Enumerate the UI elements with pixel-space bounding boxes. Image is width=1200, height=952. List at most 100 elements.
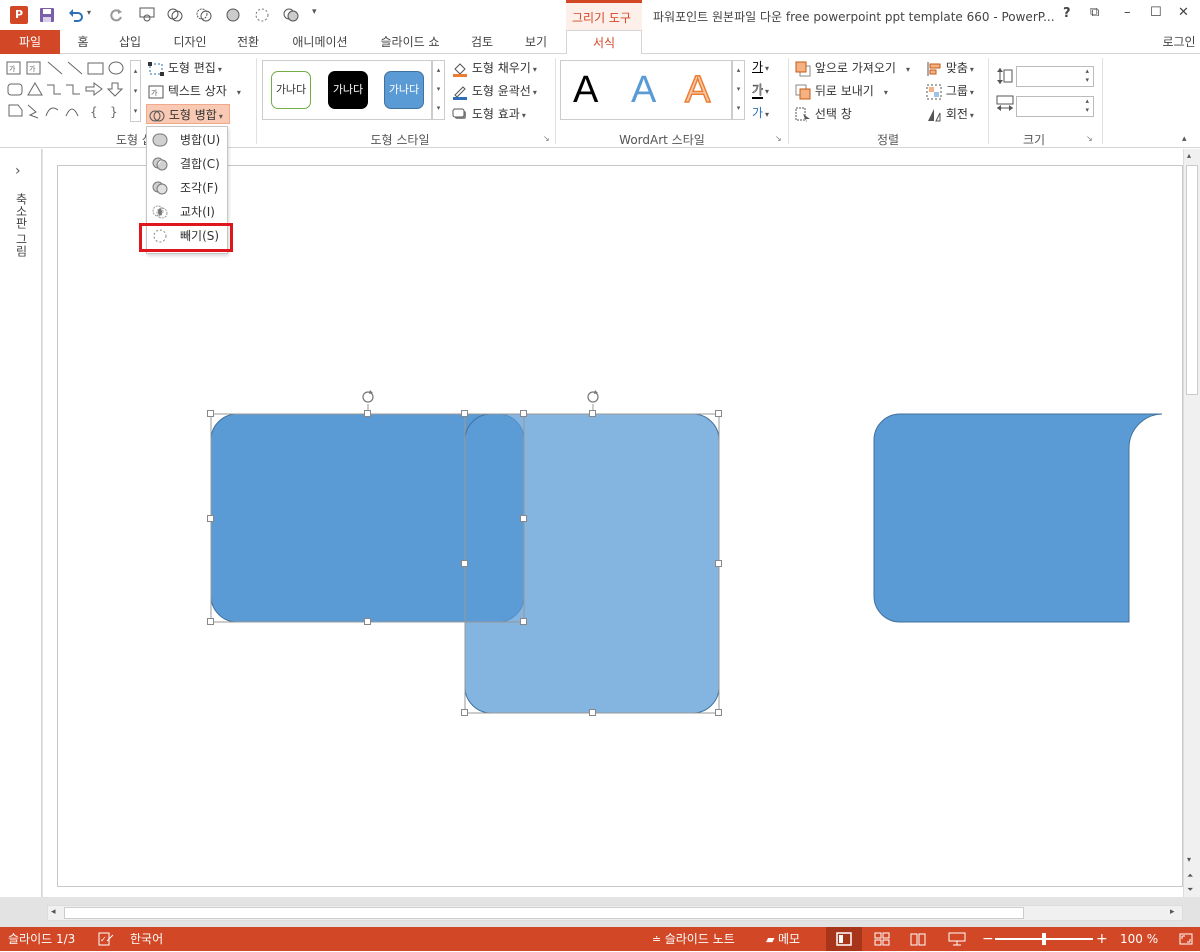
- shape-style-outline[interactable]: 가나다: [271, 71, 311, 109]
- vertical-scroll-thumb[interactable]: [1186, 165, 1198, 395]
- size-dialog-launcher-icon[interactable]: ↘: [1086, 134, 1093, 143]
- powerpoint-app-icon[interactable]: P: [10, 6, 28, 24]
- resize-handle[interactable]: [207, 410, 214, 417]
- slide-sorter-icon[interactable]: [874, 932, 890, 946]
- shape-style-blue[interactable]: 가나다: [384, 71, 424, 109]
- text-box-button[interactable]: 가 텍스트 상자 ▾: [148, 81, 241, 101]
- resize-handle[interactable]: [520, 618, 527, 625]
- resize-handle[interactable]: [715, 709, 722, 716]
- shape-styles-dialog-launcher-icon[interactable]: ↘: [543, 134, 550, 143]
- wordart-dialog-launcher-icon[interactable]: ↘: [775, 134, 782, 143]
- rounded-rectangle-2[interactable]: [464, 413, 720, 714]
- rotate-handle-icon[interactable]: [587, 390, 599, 403]
- maximize-button[interactable]: ☐: [1150, 5, 1162, 20]
- resize-handle[interactable]: [461, 410, 468, 417]
- vertical-scrollbar[interactable]: ▴ ▾ ⏶ ⏷: [1183, 149, 1200, 897]
- merge-fragment-quick-icon[interactable]: [195, 6, 213, 24]
- menu-item-intersect[interactable]: 교차(I): [147, 200, 229, 224]
- tab-review[interactable]: 검토: [462, 30, 502, 54]
- slide-indicator[interactable]: 슬라이드 1/3: [8, 927, 75, 951]
- bring-forward-button[interactable]: 앞으로 가져오기 ▾: [795, 58, 910, 78]
- resize-handle[interactable]: [364, 410, 371, 417]
- ribbon-display-options-button[interactable]: ⧉: [1090, 5, 1099, 20]
- scroll-up-icon[interactable]: ▴: [1187, 151, 1191, 160]
- slide-canvas[interactable]: [57, 165, 1183, 887]
- wordart-style-black[interactable]: A: [573, 69, 598, 112]
- login-link[interactable]: 로그인: [1158, 30, 1200, 54]
- wordart-scroll[interactable]: ▴ ▾ ▾: [732, 60, 745, 120]
- fit-slide-icon[interactable]: [1178, 932, 1194, 946]
- zoom-out-button[interactable]: −: [982, 927, 994, 951]
- menu-item-combine[interactable]: 결합(C): [147, 152, 229, 176]
- shape-style-black[interactable]: 가나다: [328, 71, 368, 109]
- customize-quick-access-icon[interactable]: ▾: [312, 7, 317, 17]
- comments-button[interactable]: ▰ 메모: [766, 927, 800, 951]
- minimize-button[interactable]: –: [1124, 5, 1131, 20]
- tab-home[interactable]: 홈: [66, 30, 100, 54]
- merge-shapes-button[interactable]: 도형 병합 ▾: [146, 104, 230, 124]
- language-indicator[interactable]: 한국어: [130, 927, 163, 951]
- text-effects-button[interactable]: 가 ▾: [752, 104, 782, 124]
- resize-handle[interactable]: [207, 515, 214, 522]
- edit-shape-button[interactable]: 도형 편집 ▾: [148, 58, 222, 78]
- horizontal-scrollbar[interactable]: ◂ ▸: [47, 905, 1183, 921]
- wordart-style-blue[interactable]: A: [631, 69, 656, 112]
- spin-arrows-icon[interactable]: ▴ ▾: [1085, 67, 1089, 85]
- resize-handle[interactable]: [207, 618, 214, 625]
- repeat-icon[interactable]: [108, 7, 124, 23]
- tab-format[interactable]: 서식: [566, 30, 642, 55]
- group-button[interactable]: 그룹 ▾: [926, 81, 974, 101]
- scroll-down-icon[interactable]: ▾: [1187, 855, 1191, 864]
- resize-handle[interactable]: [461, 709, 468, 716]
- spelling-check-icon[interactable]: ✓: [98, 932, 114, 946]
- undo-dropdown-icon[interactable]: ▾: [87, 8, 91, 17]
- shape-width-input[interactable]: ▴ ▾: [1016, 96, 1094, 117]
- tab-animations[interactable]: 애니메이션: [280, 30, 360, 54]
- tab-view[interactable]: 보기: [516, 30, 556, 54]
- merge-intersect-quick-icon[interactable]: [253, 6, 271, 24]
- merge-subtract-quick-icon[interactable]: [282, 6, 300, 24]
- merge-combine-quick-icon[interactable]: [224, 6, 242, 24]
- shapes-gallery[interactable]: 가 가 { }: [6, 60, 130, 122]
- undo-icon[interactable]: [68, 7, 84, 23]
- reading-view-icon[interactable]: [910, 932, 926, 946]
- save-icon[interactable]: [39, 7, 55, 23]
- wordart-style-orange-outline[interactable]: A: [684, 68, 711, 112]
- selection-pane-button[interactable]: 선택 창: [795, 104, 852, 124]
- spin-arrows-icon[interactable]: ▴ ▾: [1085, 97, 1089, 115]
- resize-handle[interactable]: [520, 515, 527, 522]
- shape-height-input[interactable]: ▴ ▾: [1016, 66, 1094, 87]
- help-button[interactable]: ?: [1063, 6, 1071, 21]
- tab-design[interactable]: 디자인: [162, 30, 218, 54]
- scroll-right-icon[interactable]: ▸: [1170, 907, 1175, 917]
- text-fill-button[interactable]: 가 ▾: [752, 58, 782, 78]
- shapes-gallery-scroll[interactable]: ▴ ▾ ▾: [130, 60, 141, 122]
- tab-slideshow[interactable]: 슬라이드 쇼: [370, 30, 450, 54]
- close-button[interactable]: ✕: [1178, 5, 1189, 20]
- rotate-button[interactable]: 회전 ▾: [926, 104, 974, 124]
- tab-file[interactable]: 파일: [0, 30, 60, 54]
- menu-item-fragment[interactable]: 조각(F): [147, 176, 229, 200]
- zoom-in-button[interactable]: +: [1096, 927, 1108, 951]
- align-button[interactable]: 맞춤 ▾: [926, 58, 974, 78]
- zoom-slider[interactable]: [995, 933, 1093, 945]
- scroll-left-icon[interactable]: ◂: [51, 907, 56, 917]
- resize-handle[interactable]: [589, 410, 596, 417]
- expand-thumbnails-icon[interactable]: ›: [15, 163, 21, 179]
- shape-outline-button[interactable]: 도형 윤곽선 ▾: [452, 81, 537, 101]
- normal-view-button[interactable]: [826, 927, 862, 951]
- rotate-handle-icon[interactable]: [362, 390, 374, 403]
- presentation-icon[interactable]: [138, 7, 156, 23]
- next-slide-icon[interactable]: ⏷: [1187, 885, 1193, 895]
- shape-fill-button[interactable]: 도형 채우기 ▾: [452, 58, 537, 78]
- collapse-ribbon-icon[interactable]: ▴: [1182, 134, 1187, 144]
- menu-item-union[interactable]: 병합(U): [147, 128, 229, 152]
- resize-handle[interactable]: [715, 560, 722, 567]
- previous-slide-icon[interactable]: ⏶: [1187, 871, 1193, 881]
- shape-effects-button[interactable]: 도형 효과 ▾: [452, 104, 526, 124]
- subtract-result-shape[interactable]: [873, 413, 1163, 623]
- resize-handle[interactable]: [520, 410, 527, 417]
- text-outline-button[interactable]: 가 ▾: [752, 81, 782, 101]
- zoom-slider-thumb[interactable]: [1042, 933, 1046, 945]
- resize-handle[interactable]: [589, 709, 596, 716]
